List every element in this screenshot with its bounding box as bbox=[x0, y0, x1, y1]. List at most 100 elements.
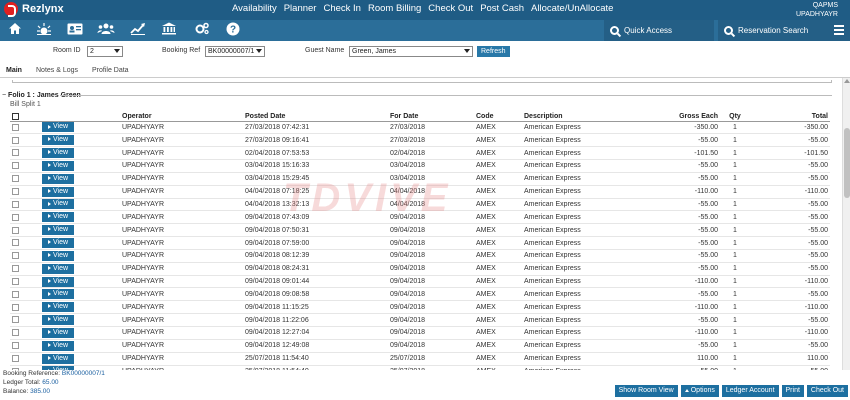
nav-availability[interactable]: Availability bbox=[232, 3, 277, 14]
bank-icon[interactable] bbox=[158, 22, 180, 39]
row-checkbox[interactable] bbox=[12, 226, 19, 234]
view-button[interactable]: View bbox=[42, 327, 74, 338]
nav-planner[interactable]: Planner bbox=[284, 3, 317, 14]
booking-ref-select[interactable]: BK00000007/1 bbox=[205, 46, 265, 57]
show-room-view-button[interactable]: Show Room View bbox=[614, 385, 678, 397]
nav-allocate[interactable]: Allocate/UnAllocate bbox=[531, 3, 613, 14]
row-checkbox[interactable] bbox=[12, 213, 19, 221]
sun-icon[interactable] bbox=[33, 22, 55, 39]
row-checkbox[interactable] bbox=[12, 252, 19, 260]
ledger-account-button[interactable]: Ledger Account bbox=[721, 385, 779, 397]
table-row[interactable]: View UPADHYAYR 09/04/2018 07:50:31 09/04/20… bbox=[10, 223, 830, 238]
table-row[interactable]: View UPADHYAYR 09/04/2018 09:01:44 09/04/20… bbox=[10, 275, 830, 289]
row-checkbox[interactable] bbox=[12, 342, 19, 350]
view-button[interactable]: View bbox=[42, 276, 74, 287]
settings-icon[interactable] bbox=[191, 22, 213, 39]
table-row[interactable]: View UPADHYAYR25/07/2018 11:54:4025/07/20… bbox=[10, 352, 830, 366]
table-row[interactable]: View UPADHYAYR 04/04/2018 13:32:13 04/04/20… bbox=[10, 198, 830, 212]
table-row[interactable]: View UPADHYAYR 27/03/2018 09:16:41 27/03/20… bbox=[10, 133, 830, 148]
row-checkbox[interactable] bbox=[12, 303, 19, 311]
row-checkbox[interactable] bbox=[12, 239, 19, 247]
code-cell: AMEX bbox=[474, 210, 522, 225]
row-checkbox[interactable] bbox=[12, 290, 19, 298]
menu-icon[interactable] bbox=[828, 20, 850, 41]
row-checkbox[interactable] bbox=[12, 265, 19, 273]
row-checkbox[interactable] bbox=[12, 149, 19, 157]
view-button[interactable]: View bbox=[42, 225, 74, 236]
view-button[interactable]: View bbox=[42, 289, 74, 300]
table-row[interactable]: View UPADHYAYR 09/04/2018 09:08:58 09/04/20… bbox=[10, 287, 830, 302]
table-row[interactable]: View UPADHYAYR 03/04/2018 15:16:33 03/04/20… bbox=[10, 159, 830, 173]
view-button[interactable]: View bbox=[42, 353, 74, 364]
view-button[interactable]: View bbox=[42, 263, 74, 274]
table-row[interactable]: View UPADHYAYR 09/04/2018 12:27:04 09/04/20… bbox=[10, 326, 830, 340]
view-button[interactable]: View bbox=[42, 186, 74, 197]
guest-name-select[interactable]: Green, James bbox=[349, 46, 473, 57]
reservation-search-button[interactable]: Reservation Search bbox=[718, 20, 828, 41]
row-checkbox[interactable] bbox=[12, 316, 19, 324]
nav-post-cash[interactable]: Post Cash bbox=[480, 3, 524, 14]
tab-profile-data[interactable]: Profile Data bbox=[92, 67, 129, 74]
row-checkbox[interactable] bbox=[12, 123, 19, 131]
row-select-cell bbox=[10, 159, 40, 173]
view-button[interactable]: View bbox=[42, 315, 74, 326]
ledger-total-value: 65.00 bbox=[42, 379, 59, 386]
table-row[interactable]: View UPADHYAYR 09/04/2018 07:43:09 09/04/20… bbox=[10, 210, 830, 225]
room-id-select[interactable]: 2 bbox=[87, 46, 123, 57]
view-button[interactable]: View bbox=[42, 212, 74, 223]
view-button[interactable]: View bbox=[42, 160, 74, 171]
view-button[interactable]: View bbox=[42, 173, 74, 184]
table-row[interactable]: View UPADHYAYR 04/04/2018 07:18:25 04/04/20… bbox=[10, 185, 830, 199]
row-checkbox[interactable] bbox=[12, 187, 19, 195]
row-checkbox[interactable] bbox=[12, 200, 19, 208]
table-row[interactable]: View UPADHYAYR 09/04/2018 11:22:06 09/04/20… bbox=[10, 313, 830, 327]
row-checkbox[interactable] bbox=[12, 329, 19, 337]
row-checkbox[interactable] bbox=[12, 175, 19, 183]
code-cell: AMEX bbox=[474, 339, 522, 353]
view-button[interactable]: View bbox=[42, 148, 74, 159]
home-icon[interactable] bbox=[4, 22, 26, 39]
select-all-checkbox[interactable] bbox=[12, 112, 19, 120]
nav-check-in[interactable]: Check In bbox=[323, 3, 361, 14]
refresh-button[interactable]: Refresh bbox=[477, 46, 510, 57]
row-checkbox[interactable] bbox=[12, 136, 19, 144]
guests-icon[interactable] bbox=[95, 22, 117, 39]
caret-right-icon bbox=[47, 188, 51, 193]
table-row[interactable]: View UPADHYAYR 09/04/2018 07:59:00 09/04/20… bbox=[10, 236, 830, 250]
scrollbar-thumb[interactable] bbox=[844, 128, 850, 198]
table-row[interactable]: View UPADHYAYR 03/04/2018 15:29:45 03/04/20… bbox=[10, 172, 830, 186]
table-row[interactable]: View UPADHYAYR 09/04/2018 08:24:31 09/04/20… bbox=[10, 262, 830, 276]
view-button[interactable]: View bbox=[42, 302, 74, 313]
id-card-icon[interactable] bbox=[64, 22, 86, 39]
app-logo[interactable]: Rezlynx bbox=[4, 2, 64, 17]
row-checkbox[interactable] bbox=[12, 162, 19, 170]
vertical-scrollbar[interactable] bbox=[842, 78, 850, 370]
chart-icon[interactable] bbox=[127, 22, 149, 39]
tab-notes-logs[interactable]: Notes & Logs bbox=[36, 67, 78, 74]
row-checkbox[interactable] bbox=[12, 277, 19, 285]
view-button[interactable]: View bbox=[42, 340, 74, 351]
table-row[interactable]: View UPADHYAYR 09/04/2018 11:15:25 09/04/20… bbox=[10, 300, 830, 315]
quick-access-button[interactable]: Quick Access bbox=[604, 20, 714, 41]
view-button[interactable]: View bbox=[42, 135, 74, 146]
table-row[interactable]: View UPADHYAYR 09/04/2018 08:12:39 09/04/20… bbox=[10, 249, 830, 263]
scroll-up-icon[interactable] bbox=[844, 79, 850, 83]
table-row[interactable]: View UPADHYAYR 02/04/2018 07:53:53 02/04/20… bbox=[10, 146, 830, 161]
table-row[interactable]: View UPADHYAYR 09/04/2018 12:49:08 09/04/20… bbox=[10, 339, 830, 353]
view-button[interactable]: View bbox=[42, 199, 74, 210]
tab-main[interactable]: Main bbox=[6, 67, 22, 74]
options-button[interactable]: Options bbox=[680, 385, 719, 397]
nav-check-out[interactable]: Check Out bbox=[428, 3, 473, 14]
view-button[interactable]: View bbox=[42, 122, 74, 133]
user-info[interactable]: QAPMS UPADHYAYR bbox=[796, 1, 838, 19]
table-row[interactable]: View UPADHYAYR 27/03/2018 07:42:31 27/03/20… bbox=[10, 121, 830, 135]
check-out-button[interactable]: Check Out bbox=[806, 385, 848, 397]
view-button[interactable]: View bbox=[42, 250, 74, 261]
print-button[interactable]: Print bbox=[781, 385, 804, 397]
row-checkbox[interactable] bbox=[12, 354, 19, 362]
operator-header: Operator bbox=[120, 112, 243, 122]
nav-room-billing[interactable]: Room Billing bbox=[368, 3, 421, 14]
view-button[interactable]: View bbox=[42, 238, 74, 249]
help-icon[interactable]: ? bbox=[222, 22, 244, 39]
qty-cell: 1 bbox=[720, 300, 750, 315]
